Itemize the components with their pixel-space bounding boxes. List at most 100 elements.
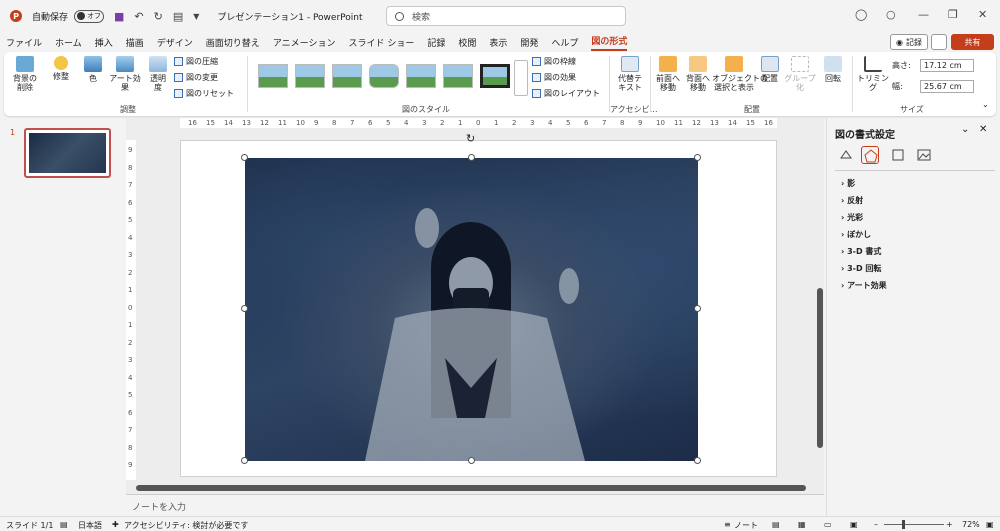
slide-thumbnail[interactable] bbox=[24, 128, 111, 178]
sorter-view-icon[interactable]: ▦ bbox=[798, 520, 806, 529]
transparency-button[interactable]: 透明 度 bbox=[146, 56, 170, 92]
autosave-toggle[interactable]: オフ bbox=[74, 9, 105, 23]
tab-home[interactable]: ホーム bbox=[55, 36, 82, 49]
fit-slide-icon[interactable]: ▣ bbox=[986, 520, 994, 529]
zoom-in-icon[interactable]: + bbox=[946, 520, 953, 529]
avatar[interactable]: ◯ bbox=[855, 8, 867, 21]
selection-pane-button[interactable]: オブジェクトの 選択と表示 bbox=[712, 56, 768, 92]
zoom-level[interactable]: 72% bbox=[962, 520, 980, 529]
compress-pictures-button[interactable]: 図の圧縮 bbox=[174, 56, 218, 67]
undo-icon[interactable]: ↶ bbox=[134, 10, 143, 23]
artistic-effects-section[interactable]: › アート効果 bbox=[841, 280, 887, 291]
remove-background-button[interactable]: 背景の 削除 bbox=[10, 56, 40, 92]
resize-handle-right[interactable] bbox=[694, 305, 701, 312]
picture-layout-button[interactable]: 図のレイアウト bbox=[532, 88, 600, 99]
color-button[interactable]: 色 bbox=[80, 56, 106, 83]
horizontal-scrollbar[interactable] bbox=[136, 485, 806, 491]
collapse-ribbon-icon[interactable]: ⌄ bbox=[982, 100, 989, 109]
effects-tab-icon[interactable] bbox=[861, 146, 879, 164]
close-icon[interactable]: ✕ bbox=[978, 8, 987, 21]
zoom-slider-thumb[interactable] bbox=[902, 520, 905, 529]
customize-qat-icon[interactable]: ▼ bbox=[193, 12, 199, 21]
redo-icon[interactable]: ↻ bbox=[154, 10, 163, 23]
language-label[interactable]: 日本語 bbox=[78, 520, 102, 531]
picture-effects-button[interactable]: 図の効果 bbox=[532, 72, 576, 83]
zoom-slider[interactable] bbox=[884, 524, 944, 525]
reading-view-icon[interactable]: ▭ bbox=[824, 520, 832, 529]
spelling-icon[interactable]: ▤ bbox=[60, 520, 68, 529]
alt-text-button[interactable]: 代替テ キスト bbox=[616, 56, 644, 92]
style-thumb-5[interactable] bbox=[406, 64, 436, 88]
soft-edges-section[interactable]: › ぼかし bbox=[841, 229, 871, 240]
style-thumb-1[interactable] bbox=[258, 64, 288, 88]
resize-handle-bottom-left[interactable] bbox=[241, 457, 248, 464]
style-thumb-6[interactable] bbox=[443, 64, 473, 88]
vertical-scrollbar[interactable] bbox=[817, 288, 823, 448]
tab-record[interactable]: 記録 bbox=[427, 36, 445, 49]
save-icon[interactable]: ■ bbox=[114, 10, 124, 23]
resize-handle-bottom-right[interactable] bbox=[694, 457, 701, 464]
resize-handle-top-left[interactable] bbox=[241, 154, 248, 161]
zoom-out-icon[interactable]: – bbox=[874, 520, 878, 529]
resize-handle-top-right[interactable] bbox=[694, 154, 701, 161]
style-thumb-3[interactable] bbox=[332, 64, 362, 88]
width-input[interactable]: 25.67 cm bbox=[920, 80, 974, 93]
bring-forward-button[interactable]: 前面へ 移動 bbox=[654, 56, 682, 92]
selected-picture[interactable] bbox=[245, 158, 698, 461]
search-box[interactable]: 検索 bbox=[386, 6, 626, 26]
accessibility-status[interactable]: アクセシビリティ: 検討が必要です bbox=[124, 520, 248, 531]
tab-view[interactable]: 表示 bbox=[489, 36, 507, 49]
reset-picture-button[interactable]: 図のリセット bbox=[174, 88, 234, 99]
tab-developer[interactable]: 開発 bbox=[520, 36, 538, 49]
artistic-effects-button[interactable]: アート効果 bbox=[106, 56, 144, 92]
tab-draw[interactable]: 描画 bbox=[126, 36, 144, 49]
picture-tab-icon[interactable] bbox=[915, 146, 933, 164]
3d-rotation-section[interactable]: › 3-D 回転 bbox=[841, 263, 881, 274]
record-button[interactable]: ◉ 記録 bbox=[890, 34, 928, 50]
style-thumb-2[interactable] bbox=[295, 64, 325, 88]
notes-toggle[interactable]: ノート bbox=[734, 520, 758, 531]
style-thumb-7[interactable] bbox=[480, 64, 510, 88]
close-pane-icon[interactable]: ✕ bbox=[979, 124, 987, 135]
align-button[interactable]: 配置 bbox=[758, 56, 782, 83]
notes-area[interactable]: ノートを入力 bbox=[126, 494, 824, 516]
group-button[interactable]: グループ化 bbox=[784, 56, 816, 92]
resize-handle-left[interactable] bbox=[241, 305, 248, 312]
tab-file[interactable]: ファイル bbox=[6, 36, 42, 49]
tab-review[interactable]: 校閲 bbox=[458, 36, 476, 49]
tab-picture-format[interactable]: 図の形式 bbox=[591, 34, 628, 51]
comment-button[interactable] bbox=[931, 34, 947, 50]
resize-handle-top[interactable] bbox=[468, 154, 475, 161]
send-backward-button[interactable]: 背面へ 移動 bbox=[684, 56, 712, 92]
reflection-section[interactable]: › 反射 bbox=[841, 195, 863, 206]
fill-line-icon[interactable] bbox=[837, 146, 855, 164]
tab-insert[interactable]: 挿入 bbox=[95, 36, 113, 49]
3d-format-section[interactable]: › 3-D 書式 bbox=[841, 246, 881, 257]
minimize-icon[interactable]: — bbox=[918, 8, 929, 21]
slideshow-view-icon[interactable]: ▣ bbox=[850, 520, 858, 529]
glow-section[interactable]: › 光彩 bbox=[841, 212, 863, 223]
tab-help[interactable]: ヘルプ bbox=[551, 36, 578, 49]
share-button[interactable]: 共有 bbox=[951, 34, 994, 50]
lightbulb-icon[interactable]: ○ bbox=[886, 8, 896, 21]
styles-more-button[interactable] bbox=[514, 60, 528, 96]
resize-handle-bottom[interactable] bbox=[468, 457, 475, 464]
accessibility-icon[interactable]: ✚ bbox=[112, 520, 119, 529]
change-picture-button[interactable]: 図の変更 bbox=[174, 72, 218, 83]
corrections-button[interactable]: 修整 bbox=[48, 56, 74, 81]
height-input[interactable]: 17.12 cm bbox=[920, 59, 974, 72]
normal-view-icon[interactable]: ▤ bbox=[772, 520, 780, 529]
tab-transitions[interactable]: 画面切り替え bbox=[206, 36, 260, 49]
crop-button[interactable]: トリミング bbox=[856, 56, 890, 92]
tab-animations[interactable]: アニメーション bbox=[273, 36, 336, 49]
rotate-button[interactable]: 回転 bbox=[820, 56, 846, 83]
maximize-icon[interactable]: ❐ bbox=[948, 8, 958, 21]
present-icon[interactable]: ▤ bbox=[173, 10, 183, 23]
shadow-section[interactable]: › 影 bbox=[841, 178, 855, 189]
tab-design[interactable]: デザイン bbox=[157, 36, 193, 49]
notes-icon[interactable]: ≡ bbox=[724, 520, 731, 529]
size-properties-icon[interactable] bbox=[889, 146, 907, 164]
tab-slideshow[interactable]: スライド ショー bbox=[348, 36, 414, 49]
style-thumb-4[interactable] bbox=[369, 64, 399, 88]
rotate-handle-icon[interactable]: ↻ bbox=[466, 132, 475, 145]
